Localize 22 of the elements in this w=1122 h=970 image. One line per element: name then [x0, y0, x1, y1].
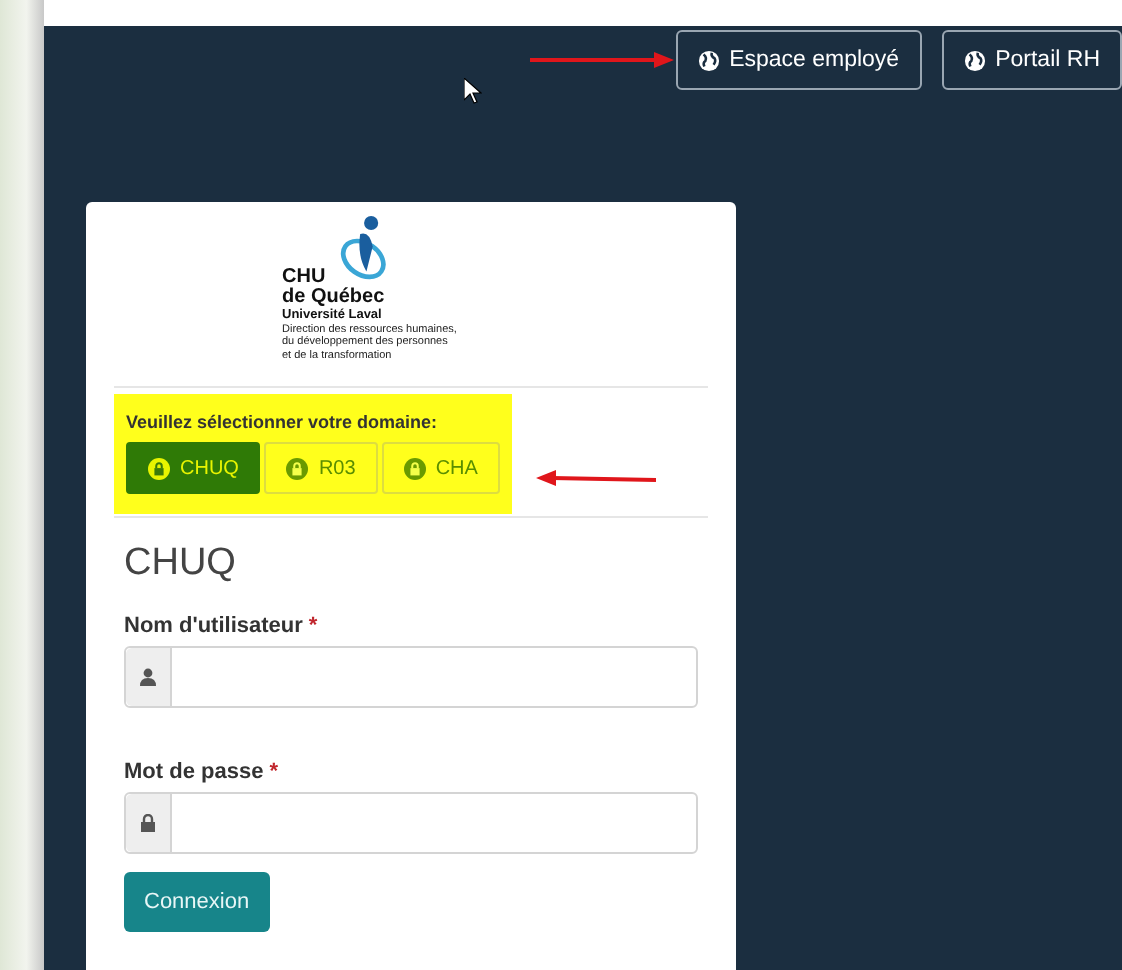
login-button[interactable]: Connexion [124, 872, 270, 932]
input-field[interactable] [124, 792, 698, 854]
mouse-cursor-icon [464, 78, 482, 104]
lock-icon [403, 457, 426, 479]
required-mark: * [269, 760, 278, 784]
header-button[interactable]: Espace employé [675, 30, 922, 90]
logo-title: CHU [282, 267, 328, 287]
field-label: Nom d'utilisateur [124, 614, 303, 638]
input-field[interactable] [124, 646, 698, 708]
header-button[interactable]: Portail RH [941, 30, 1122, 90]
domain-button[interactable]: CHUQ [126, 442, 261, 494]
logo-subtitle: de Québec [282, 287, 387, 307]
lock-icon [148, 457, 170, 479]
required-mark: * [308, 614, 318, 638]
globe-icon [697, 49, 720, 71]
domain-prompt: Veuillez sélectionner votre domaine: [126, 412, 440, 432]
lock-icon [286, 457, 309, 479]
field-label: Mot de passe [124, 760, 264, 784]
domain-title: CHUQ [124, 542, 238, 586]
domain-button[interactable]: CHA [381, 442, 500, 494]
globe-icon [963, 49, 986, 71]
domain-button[interactable]: R03 [264, 442, 378, 494]
